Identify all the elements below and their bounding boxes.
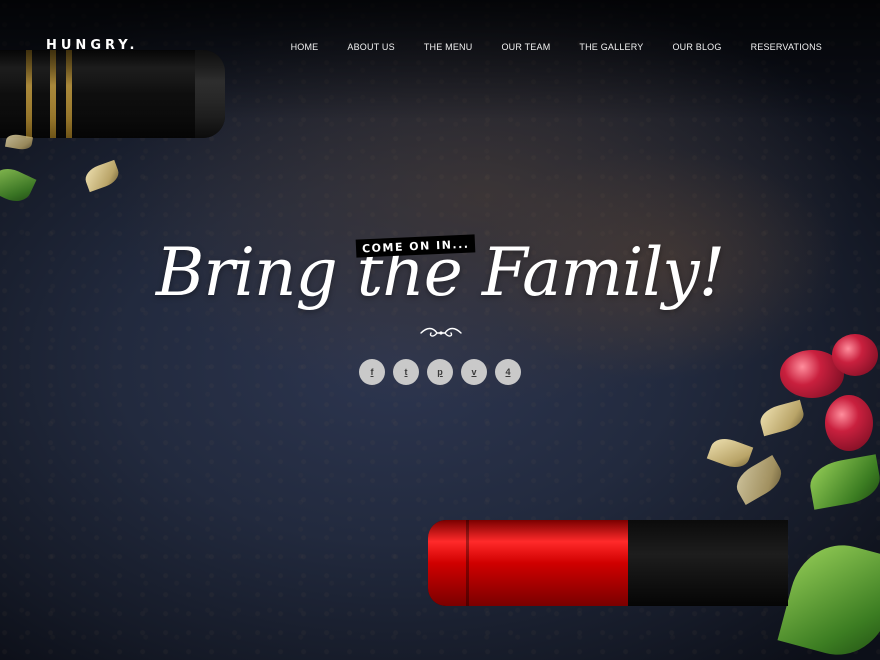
social-glyph: v <box>471 367 477 377</box>
nav-item-our-team[interactable]: OUR TEAM <box>501 42 550 52</box>
facebook-icon[interactable]: f <box>359 359 385 385</box>
site-logo[interactable]: HUNGRY. <box>46 38 139 53</box>
wine-bottle-bottom <box>428 520 788 606</box>
main-nav: HOME ABOUT US THE MENU OUR TEAM THE GALL… <box>262 42 822 52</box>
bottle-foil <box>428 520 628 606</box>
vine-icon[interactable]: v <box>461 359 487 385</box>
social-glyph: t <box>404 367 408 377</box>
nav-item-our-blog[interactable]: OUR BLOG <box>672 42 721 52</box>
grape <box>832 334 878 376</box>
ornament-divider-icon <box>420 327 462 337</box>
nav-item-home[interactable]: HOME <box>291 42 319 52</box>
bottle-foil-ring <box>466 520 469 606</box>
grape <box>825 395 873 451</box>
foursquare-icon[interactable]: 4 <box>495 359 521 385</box>
social-links: f t p v 4 <box>359 359 521 385</box>
nav-item-reservations[interactable]: RESERVATIONS <box>751 42 822 52</box>
social-glyph: f <box>370 367 374 377</box>
header-shade <box>0 0 880 120</box>
nav-item-the-menu[interactable]: THE MENU <box>424 42 473 52</box>
social-glyph: p <box>437 367 443 377</box>
nav-item-the-gallery[interactable]: THE GALLERY <box>579 42 643 52</box>
social-glyph: 4 <box>505 367 511 377</box>
nav-item-about-us[interactable]: ABOUT US <box>347 42 394 52</box>
pinterest-icon[interactable]: p <box>427 359 453 385</box>
twitter-icon[interactable]: t <box>393 359 419 385</box>
